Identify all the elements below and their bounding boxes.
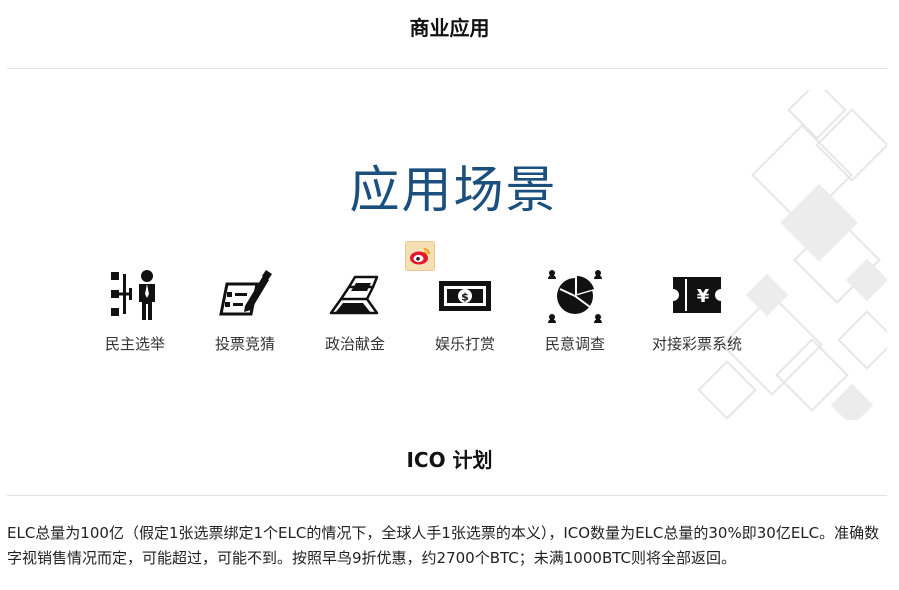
banner-heading: 应用场景: [349, 161, 558, 219]
scenario-label-opinion-poll: 民意调查: [544, 335, 605, 353]
scenario-label-entertainment-tip: 娱乐打赏: [434, 335, 495, 353]
scenario-election: 民主选举: [75, 265, 195, 354]
survey-icon: [548, 270, 602, 323]
ico-section-title: ICO 计划: [406, 448, 493, 472]
section-divider: [7, 495, 887, 496]
scenario-entertainment-tip: $ 娱乐打赏: [405, 265, 525, 354]
scenario-label-election: 民主选举: [104, 335, 165, 353]
section-divider: [7, 68, 887, 69]
gold-icon: [329, 275, 379, 315]
svg-text:¥: ¥: [697, 286, 710, 307]
business-section-title: 商业应用: [409, 16, 490, 40]
decorative-diamond-pattern: [697, 90, 887, 420]
scenario-political-donation: 政治献金: [295, 265, 415, 354]
ico-description: ELC总量为100亿（假定1张选票绑定1个ELC的情况下，全球人手1张选票的本义…: [7, 524, 880, 567]
money-icon: $: [439, 281, 491, 311]
scenario-lottery-integration: ¥ 对接彩票系统: [637, 265, 757, 354]
scenario-label-political-donation: 政治献金: [324, 335, 385, 353]
vote-icon: [219, 270, 272, 316]
election-icon: [111, 270, 155, 320]
scenario-opinion-poll: 民意调查: [515, 265, 635, 354]
svg-text:$: $: [461, 291, 469, 304]
application-scenarios-banner: 应用场景 民主选举 投票竞猜 政治献金 $ 娱乐打赏 民意调查 ¥ 对接彩票系统: [7, 90, 887, 420]
lottery-ticket-icon: ¥: [673, 277, 721, 313]
scenario-vote: 投票竞猜: [185, 265, 305, 354]
scenario-label-lottery-integration: 对接彩票系统: [651, 335, 742, 353]
scenario-label-vote: 投票竞猜: [214, 335, 275, 353]
